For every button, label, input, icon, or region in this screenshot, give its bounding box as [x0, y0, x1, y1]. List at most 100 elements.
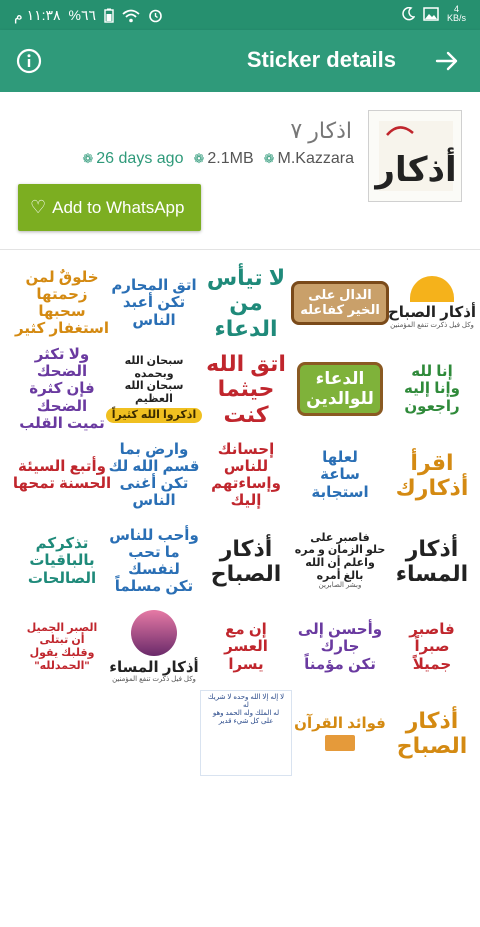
sticker-line: حلو الزمان و مره — [294, 544, 386, 557]
sticker-line: سبحان الله — [124, 380, 184, 393]
sticker-item[interactable]: أذكار الصباح — [382, 690, 480, 776]
sticker-item[interactable]: أذكار المساء — [382, 518, 480, 604]
clock: ١١:٣٨ م — [14, 7, 61, 23]
pack-age-text: 26 days ago — [96, 150, 184, 167]
sticker-item[interactable]: الدال على الخير كفاعله — [290, 260, 390, 346]
sticker-line: الدال على — [308, 287, 372, 303]
sticker-text-block: الصبر الجميل أن تبتلى وقلبك يقول "الحمدلله" — [27, 622, 98, 673]
sticker-item[interactable]: لا إله إلا الله وحده لا شريك له له الملك … — [196, 690, 296, 776]
pack-header: أذكار اذكار ٧ ❁ 26 days ago ❁ 2.1MB ❁ M.… — [0, 92, 480, 250]
sticker-line: استغفار كثير — [14, 320, 109, 338]
sticker-line: فاصبر — [409, 621, 455, 639]
pack-meta: ❁ 26 days ago ❁ 2.1MB ❁ M.Kazzara — [82, 150, 354, 168]
sticker-line: ما تحب لنفسك — [128, 543, 180, 578]
sticker-text-block: إن مع العسر يسرا — [224, 621, 268, 673]
sticker-item[interactable]: سبحان الله وبحمده سبحان الله العظيم اذكروا ا… — [104, 346, 204, 432]
sticker-line: ولا تكثر الضحك — [34, 346, 90, 381]
sticker-line: حيثما كنت — [217, 376, 275, 427]
sticker-line: تكن أعبد الناس — [122, 294, 186, 329]
sticker-document: لا إله إلا الله وحده لا شريك له له الملك … — [200, 690, 292, 776]
pack-icon-text: أذكار — [373, 147, 456, 190]
sticker-item[interactable]: فاصبر على حلو الزمان و مره واعلم أن الله با… — [290, 518, 390, 604]
wifi-icon — [122, 9, 140, 22]
sticker-line: اتق المحارم — [111, 277, 197, 295]
sticker-text-block: اقرأ أذكارك — [396, 450, 469, 501]
sticker-line: الصباح — [210, 561, 282, 586]
info-icon[interactable] — [14, 46, 44, 76]
sticker-text-block: أذكار الصباح وكل فيل ذكرت تنفع المؤمنين — [388, 276, 476, 329]
sticker-line: للوالدين — [306, 389, 374, 408]
sticker-item[interactable]: اقرأ أذكارك — [382, 432, 480, 518]
sticker-line: إن مع — [225, 621, 267, 639]
sticker-line: "الحمدلله" — [34, 659, 90, 672]
status-bar: ١١:٣٨ م %٦٦ 4 KB/s — [0, 0, 480, 30]
heart-outline-icon: ♡ — [30, 197, 47, 217]
sticker-item[interactable]: إنا لله وإنا إليه راجعون — [382, 346, 480, 432]
sticker-line: أذكارك — [395, 475, 469, 500]
sticker-text-block: فاصبر على حلو الزمان و مره واعلم أن الله با… — [295, 532, 386, 591]
sticker-item[interactable]: إن مع العسر يسرا — [196, 604, 296, 690]
sticker-line: إنا لله — [411, 363, 453, 381]
sticker-text-block: ولا تكثر الضحك فإن كثرة الضحك تميت القلب — [12, 346, 112, 432]
sticker-line: يسرا — [228, 655, 264, 673]
sticker-grid: أذكار الصباح وكل فيل ذكرت تنفع المؤمنين ال… — [0, 252, 480, 927]
sticker-line: زحمتها سحبها — [36, 285, 88, 320]
network-speed: 4 KB/s — [447, 5, 466, 23]
sticker-text-block: أذكار الصباح — [211, 536, 282, 587]
sticker-item[interactable]: لا تيأس من الدعاء — [196, 260, 296, 346]
sticker-line: قسم الله لك — [108, 457, 200, 475]
sticker-line: فإن كثرة الضحك — [29, 380, 95, 415]
sticker-item[interactable]: فاصبر صبراً جميلاً — [382, 604, 480, 690]
sticker-text-block: سبحان الله وبحمده سبحان الله العظيم اذكروا ا… — [105, 354, 203, 424]
add-to-whatsapp-button[interactable]: ♡ Add to WhatsApp — [18, 184, 201, 231]
sticker-line: أذكار المساء — [109, 658, 199, 676]
sticker-line: العسر — [224, 638, 268, 656]
sticker-item[interactable]: لعلها ساعة استجابة — [290, 432, 390, 518]
sticker-line: وإنا إليه — [404, 380, 460, 398]
sticker-line: لعلها — [322, 449, 358, 467]
sticker-line: بالباقيات — [29, 552, 95, 570]
battery-percent: %٦٦ — [68, 7, 97, 23]
sticker-item[interactable]: أذكار المساء وكل فيل ذكرت تنفع المؤمنين — [104, 604, 204, 690]
sticker-item[interactable]: وأتبع السيئة الحسنة تمحها — [12, 432, 112, 518]
sticker-line: تكن مؤمناً — [304, 655, 376, 673]
sticker-item[interactable]: اتق المحارم تكن أعبد الناس — [104, 260, 204, 346]
sticker-item[interactable]: وأحب للناس ما تحب لنفسك تكن مسلماً — [104, 518, 204, 604]
sticker-line: اقرأ — [410, 449, 454, 475]
sticker-item[interactable]: الدعاء للوالدين — [290, 346, 390, 432]
sticker-line: وأتبع السيئة — [17, 457, 106, 475]
flower-icon: ❁ — [82, 151, 94, 166]
sticker-item[interactable]: فوائد القرآن — [290, 690, 390, 776]
sticker-line: من الدعاء — [214, 290, 278, 341]
sticker-line: تكن مسلماً — [114, 578, 194, 596]
sticker-item[interactable]: تذكركم بالباقيات الصالحات — [12, 518, 112, 604]
sticker-text-block: أذكار المساء وكل فيل ذكرت تنفع المؤمنين — [109, 609, 199, 684]
sticker-line: أذكار الصباح — [387, 304, 477, 322]
sticker-line: تميت القلب — [19, 414, 105, 432]
sleep-moon-icon — [402, 7, 415, 21]
sticker-item[interactable]: اتق الله حيثما كنت — [196, 346, 296, 432]
sticker-text-block: لا تيأس من الدعاء — [196, 265, 296, 341]
pack-tray-icon: أذكار — [368, 110, 462, 202]
sticker-line: أذكار — [405, 535, 459, 561]
sticker-plate: الدال على الخير كفاعله — [291, 281, 389, 325]
sticker-line: استجابة — [311, 483, 369, 501]
arrow-right-icon[interactable] — [432, 46, 462, 76]
sticker-line: الحسنة تمحها — [12, 475, 112, 492]
sticker-line: الدعاء — [315, 369, 365, 389]
sticker-item[interactable]: ولا تكثر الضحك فإن كثرة الضحك تميت القلب — [12, 346, 112, 432]
sticker-item[interactable]: أذكار الصباح وكل فيل ذكرت تنفع المؤمنين — [382, 260, 480, 346]
sticker-item[interactable]: أذكار الصباح — [196, 518, 296, 604]
pack-author: ❁ M.Kazzara — [264, 150, 354, 168]
sticker-item[interactable]: وأحسن إلى جارك تكن مؤمناً — [290, 604, 390, 690]
sticker-line: سبحان الله — [124, 354, 184, 367]
status-right: 4 KB/s — [401, 5, 466, 23]
sticker-line: أذكار — [219, 535, 273, 561]
sticker-item[interactable]: إحسانك للناس وإساءتهم إليك — [196, 432, 296, 518]
sticker-item[interactable]: وارض بما قسم الله لك تكن أغنى الناس — [104, 432, 204, 518]
sticker-item[interactable]: الصبر الجميل أن تبتلى وقلبك يقول "الحمدلله" — [12, 604, 112, 690]
sticker-line: الصبر الجميل — [26, 621, 98, 634]
sticker-item[interactable]: خلوقٌ لمن زحمتها سحبها استغفار كثير — [12, 260, 112, 346]
sunset-image — [131, 609, 177, 656]
sticker-text-block: تذكركم بالباقيات الصالحات — [28, 535, 96, 587]
